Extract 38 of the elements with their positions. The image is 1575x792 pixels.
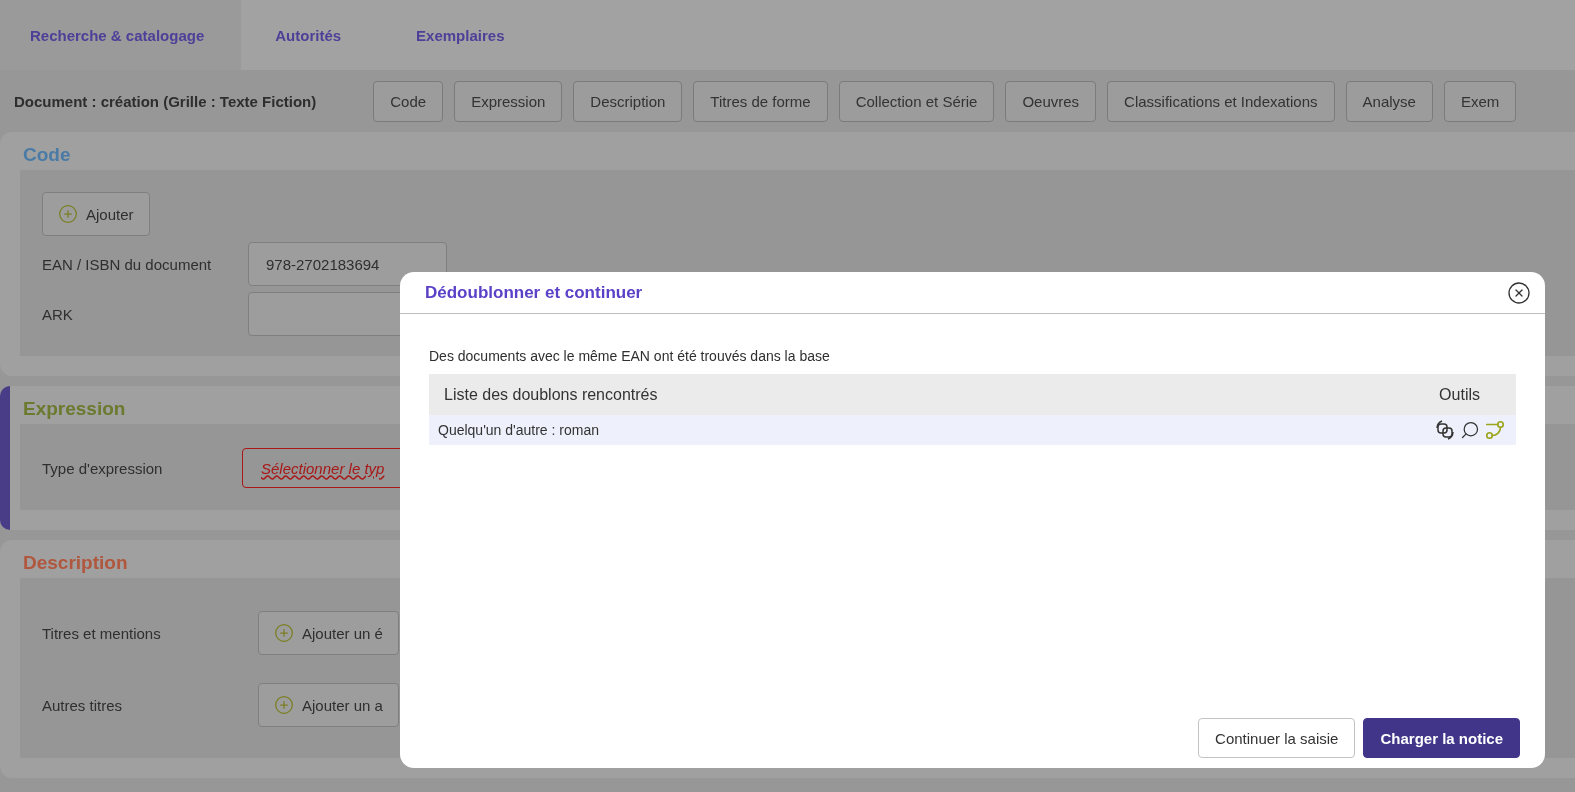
field-label: ARK	[42, 305, 74, 323]
section-title: Code	[23, 143, 71, 167]
add-button[interactable]: Ajouter	[42, 192, 150, 236]
plus-icon	[58, 204, 78, 224]
tab[interactable]: Exemplaires	[386, 0, 550, 70]
duplicate-icon[interactable]	[1434, 419, 1456, 441]
close-icon[interactable]	[1507, 280, 1531, 305]
plus-icon	[274, 623, 294, 643]
section-button[interactable]: Exem	[1443, 80, 1517, 122]
plus-icon	[274, 695, 294, 715]
secondary-button[interactable]: Continuer la saisie	[1198, 718, 1356, 758]
field-label: Type d'expression	[42, 459, 164, 477]
section-title: Expression	[23, 397, 126, 421]
tab[interactable]: Recherche & catalogage	[0, 0, 242, 70]
table-row[interactable]: Quelqu'un d'autre : roman	[429, 415, 1516, 445]
column-header: Liste des doublons rencontrés	[444, 385, 658, 404]
tab[interactable]: Autorités	[245, 0, 387, 70]
document-title: Document : création (Grille : Texte Fiction)	[14, 92, 317, 110]
add-button[interactable]: Ajouter un a	[258, 683, 399, 727]
primary-button[interactable]: Charger la notice	[1363, 718, 1520, 758]
column-header: Outils	[1439, 385, 1480, 404]
section-button[interactable]: Titres de forme	[693, 80, 828, 122]
section-button[interactable]: Collection et Série	[838, 80, 995, 122]
dialog-message: Des documents avec le même EAN ont été trouvés dans la base	[429, 348, 831, 364]
section-button[interactable]: Classifications et Indexations	[1107, 80, 1335, 122]
field-label: Autres titres	[42, 696, 124, 714]
table-cell: Quelqu'un d'autre : roman	[438, 422, 599, 438]
field-label: Titres et mentions	[42, 624, 162, 642]
field-label: EAN / ISBN du document	[42, 255, 213, 273]
section-button[interactable]: Code	[373, 80, 444, 122]
section-button[interactable]: Expression	[454, 80, 563, 122]
search-icon[interactable]	[1460, 420, 1480, 440]
section-title: Description	[23, 551, 128, 575]
section-button[interactable]: Oeuvres	[1005, 80, 1097, 122]
section-button[interactable]: Analyse	[1345, 80, 1433, 122]
add-button[interactable]: Ajouter un é	[258, 611, 399, 655]
section-button[interactable]: Description	[573, 80, 683, 122]
text-field[interactable]: 978-2702183694	[248, 242, 447, 286]
